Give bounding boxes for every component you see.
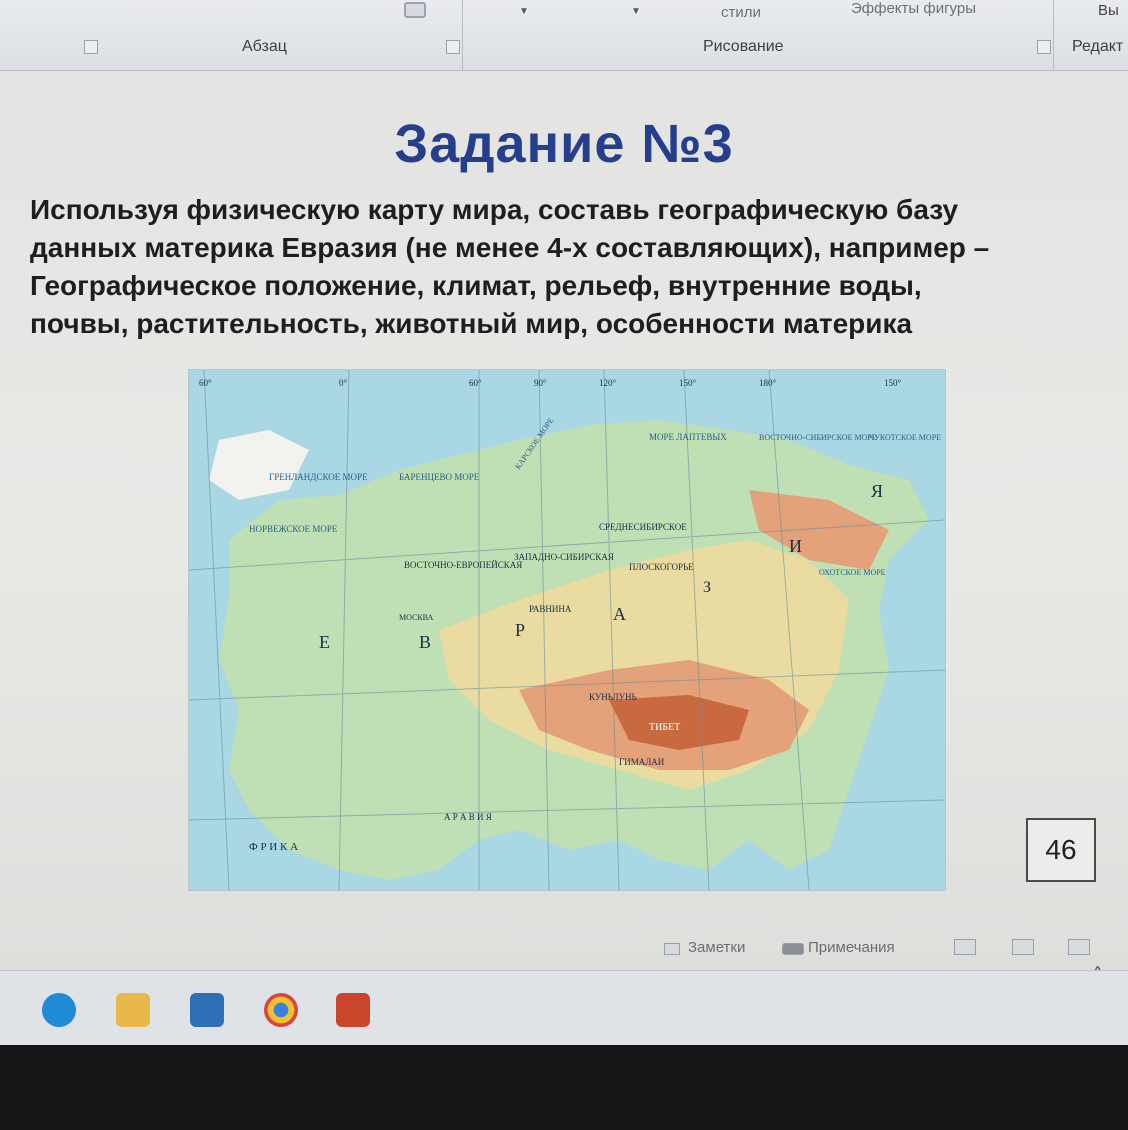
map-region-label: РАВНИНА	[529, 604, 572, 614]
shape-effects-button[interactable]: Эффекты фигуры	[851, 0, 976, 17]
map-big-letter: Е	[319, 632, 330, 652]
map-big-letter: Р	[515, 620, 525, 640]
comments-button[interactable]: Примечания	[808, 939, 895, 956]
reading-view-icon[interactable]	[1068, 939, 1090, 955]
notes-button[interactable]: Заметки	[688, 939, 745, 956]
chevron-down-icon[interactable]: ▼	[519, 6, 529, 17]
map-region-label: СРЕДНЕСИБИРСКОЕ	[599, 522, 687, 532]
taskbar	[0, 970, 1128, 1046]
map-sea-label: ВОСТОЧНО-СИБИРСКОЕ МОРЕ	[759, 433, 877, 442]
map-region-label: ЗАПАДНО-СИБИРСКАЯ	[514, 552, 614, 562]
map-region-label: ГИМАЛАИ	[619, 757, 665, 767]
monitor-bezel	[0, 1045, 1128, 1130]
powerpoint-icon[interactable]	[336, 993, 370, 1027]
meridian-label: 150°	[884, 378, 902, 388]
drawing-group: ▼ ▼ стили Эффекты фигуры Рисование	[463, 0, 1054, 70]
map-big-letter: Я	[871, 481, 883, 501]
styles-button[interactable]: стили	[721, 4, 761, 21]
comments-icon[interactable]	[782, 943, 804, 955]
meridian-label: 0°	[339, 378, 348, 388]
meridian-label: 120°	[599, 378, 617, 388]
meridian-label: 60°	[469, 378, 482, 388]
map-sea-label: ГРЕНЛАНДСКОЕ МОРЕ	[269, 472, 368, 482]
map-big-letter: В	[419, 632, 431, 652]
paragraph-group: Абзац	[0, 0, 463, 70]
map-region-label: ВОСТОЧНО-ЕВРОПЕЙСКАЯ	[404, 560, 522, 570]
normal-view-icon[interactable]	[954, 939, 976, 955]
meridian-label: 90°	[534, 378, 547, 388]
meridian-label: 180°	[759, 378, 777, 388]
select-button[interactable]: Вы	[1098, 2, 1119, 19]
task-line: почвы, растительность, животный мир, осо…	[30, 308, 913, 339]
notes-icon[interactable]	[664, 943, 680, 955]
edit-group-label: Редакт	[1072, 38, 1124, 55]
eurasia-physical-map: 60° 0° 60° 90° 120° 150° 180° 150° ГРЕНЛ…	[188, 369, 946, 891]
task-text: Используя физическую карту мира, составь…	[30, 191, 1120, 343]
edge-icon[interactable]	[42, 993, 76, 1027]
map-sea-label: ЧУКОТСКОЕ МОРЕ	[869, 433, 941, 442]
map-svg: 60° 0° 60° 90° 120° 150° 180° 150° ГРЕНЛ…	[189, 370, 945, 890]
chrome-icon[interactable]	[264, 993, 298, 1027]
drawing-group-label: Рисование	[703, 38, 784, 55]
mail-icon[interactable]	[190, 993, 224, 1027]
map-region-label: А Р А В И Я	[444, 812, 492, 822]
meridian-label: 150°	[679, 378, 697, 388]
task-line: Используя физическую карту мира, составь…	[30, 194, 959, 225]
font-launcher-icon[interactable]	[84, 40, 98, 54]
map-region-label: ТИБЕТ	[649, 722, 680, 733]
task-line: данных материка Евразия (не менее 4-х со…	[30, 232, 990, 263]
map-sea-label: БАРЕНЦЕВО МОРЕ	[399, 472, 480, 482]
chevron-down-icon[interactable]: ▼	[631, 6, 641, 17]
map-sea-label: МОРЕ ЛАПТЕВЫХ	[649, 432, 727, 442]
map-sea-label: НОРВЕЖСКОЕ МОРЕ	[249, 524, 338, 534]
file-explorer-icon[interactable]	[116, 993, 150, 1027]
paragraph-launcher-icon[interactable]	[446, 40, 460, 54]
task-line: Географическое положение, климат, рельеф…	[30, 270, 922, 301]
slide-title: Задание №3	[394, 114, 734, 174]
map-region-label: КУНЬЛУНЬ	[589, 692, 637, 702]
text-box-icon[interactable]	[404, 2, 426, 18]
map-region-label: ПЛОСКОГОРЬЕ	[629, 562, 694, 572]
ribbon: Абзац ▼ ▼ стили Эффекты фигуры Рисование…	[0, 0, 1128, 71]
map-big-letter: З	[703, 579, 711, 596]
drawing-launcher-icon[interactable]	[1037, 40, 1051, 54]
page-number: 46	[1026, 818, 1096, 882]
slide: Задание №3 Используя физическую карту ми…	[0, 71, 1128, 985]
meridian-label: 60°	[199, 378, 212, 388]
map-region-label: Ф Р И К А	[249, 841, 298, 853]
paragraph-group-label: Абзац	[242, 38, 287, 55]
map-big-letter: А	[613, 604, 626, 624]
slide-sorter-icon[interactable]	[1012, 939, 1034, 955]
map-big-letter: И	[789, 536, 802, 556]
map-sea-label: ОХОТСКОЕ МОРЕ	[819, 568, 886, 577]
map-region-label: МОСКВА	[399, 613, 433, 622]
